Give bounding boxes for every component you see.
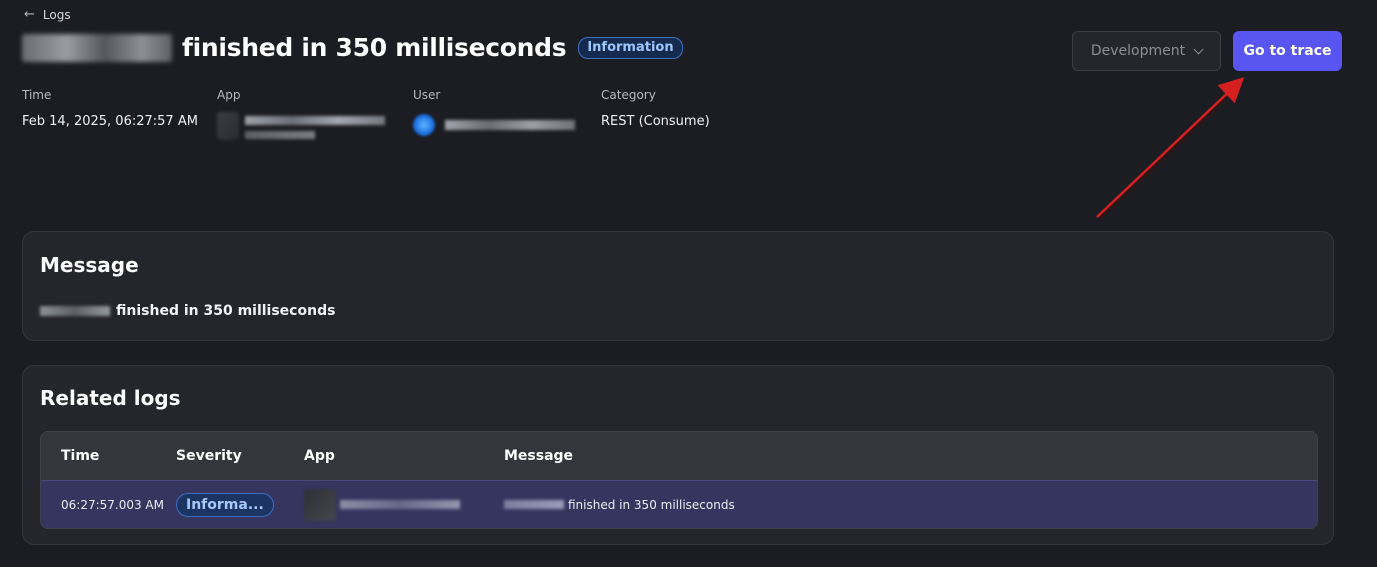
back-link-label: Logs xyxy=(42,7,71,22)
meta-category-label: Category xyxy=(601,88,656,102)
redacted-title-prefix xyxy=(22,33,172,62)
meta-category: Category REST (Consume) xyxy=(601,88,710,129)
chevron-down-icon xyxy=(1193,44,1204,54)
redacted-row-app-name xyxy=(340,500,460,509)
table-row[interactable]: 06:27:57.003 AM Informa... finished in 3… xyxy=(41,480,1317,528)
related-logs-panel: Related logs Time Severity App Message 0… xyxy=(22,365,1334,545)
log-detail-page: ← Logs finished in 350 milliseconds Info… xyxy=(0,0,1377,567)
redacted-app-line xyxy=(245,116,385,125)
page-title: finished in 350 milliseconds xyxy=(182,33,567,62)
column-header-severity[interactable]: Severity xyxy=(176,448,304,464)
meta-user-value xyxy=(413,114,575,136)
message-text: finished in 350 milliseconds xyxy=(116,303,336,319)
meta-app-value[interactable] xyxy=(217,112,385,140)
row-app xyxy=(304,488,504,521)
severity-badge: Information xyxy=(578,36,683,59)
row-app-avatar xyxy=(304,488,336,521)
row-app-value xyxy=(304,488,504,521)
environment-select[interactable]: Development xyxy=(1072,31,1221,71)
back-to-logs-link[interactable]: ← Logs xyxy=(24,7,71,22)
row-severity: Informa... xyxy=(176,492,304,517)
user-avatar xyxy=(413,114,435,136)
redacted-message-prefix xyxy=(40,306,110,316)
redacted-app-name xyxy=(245,112,385,140)
row-time: 06:27:57.003 AM xyxy=(61,497,164,512)
message-panel-title: Message xyxy=(40,253,139,277)
app-avatar xyxy=(217,112,239,140)
row-message: finished in 350 milliseconds xyxy=(504,498,1317,512)
arrow-left-icon: ← xyxy=(24,7,35,22)
meta-time: Time Feb 14, 2025, 06:27:57 AM xyxy=(22,88,198,129)
column-header-app[interactable]: App xyxy=(304,448,504,464)
redacted-row-message-prefix xyxy=(504,500,564,509)
meta-time-label: Time xyxy=(22,88,52,102)
meta-time-value: Feb 14, 2025, 06:27:57 AM xyxy=(22,114,198,129)
meta-category-value: REST (Consume) xyxy=(601,114,710,129)
redacted-user-name xyxy=(445,120,575,130)
message-body: finished in 350 milliseconds xyxy=(40,303,335,319)
table-header: Time Severity App Message xyxy=(41,432,1317,480)
related-logs-table: Time Severity App Message 06:27:57.003 A… xyxy=(40,431,1318,529)
go-to-trace-button[interactable]: Go to trace xyxy=(1233,31,1342,71)
meta-user-label: User xyxy=(413,88,441,102)
row-severity-badge: Informa... xyxy=(176,492,274,517)
message-panel: Message finished in 350 milliseconds xyxy=(22,231,1334,341)
meta-app: App xyxy=(217,88,385,140)
related-logs-title: Related logs xyxy=(40,386,181,410)
row-message-text: finished in 350 milliseconds xyxy=(568,497,735,512)
column-header-message[interactable]: Message xyxy=(504,448,1317,464)
meta-user: User xyxy=(413,88,575,136)
environment-select-value: Development xyxy=(1090,43,1186,59)
title-row: finished in 350 milliseconds Information xyxy=(22,33,683,62)
redacted-app-subline xyxy=(245,131,315,139)
row-message-value: finished in 350 milliseconds xyxy=(504,498,1317,512)
meta-app-label: App xyxy=(217,88,241,102)
column-header-time[interactable]: Time xyxy=(41,448,176,464)
